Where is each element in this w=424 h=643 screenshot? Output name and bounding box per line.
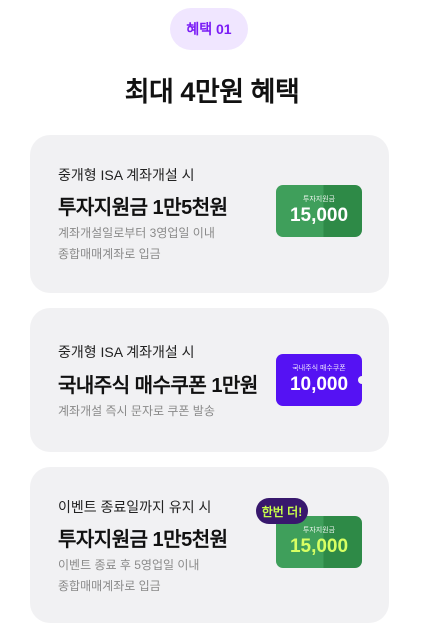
ticket-label: 국내주식 매수쿠폰 xyxy=(292,365,346,372)
ticket-label: 투자지원금 xyxy=(302,527,336,534)
card-description-line: 계좌개설 즉시 문자로 쿠폰 발송 xyxy=(58,404,215,418)
card-description: 계좌개설 즉시 문자로 쿠폰 발송 xyxy=(58,401,215,422)
benefit-card-2: 중개형 ISA 계좌개설 시 국내주식 매수쿠폰 1만원 계좌개설 즉시 문자로… xyxy=(30,308,389,452)
card-description: 계좌개설일로부터 3영업일 이내 종합매매계좌로 입금 xyxy=(58,223,215,265)
coupon-ticket: 국내주식 매수쿠폰 10,000 xyxy=(276,354,362,406)
card-description-line: 종합매매계좌로 입금 xyxy=(58,247,161,261)
card-title: 국내주식 매수쿠폰 1만원 xyxy=(58,375,258,397)
card-condition: 중개형 ISA 계좌개설 시 xyxy=(58,344,195,360)
benefit-tag-pill: 혜택 01 xyxy=(170,8,248,50)
card-description: 이벤트 종료 후 5영업일 이내 종합매매계좌로 입금 xyxy=(58,555,199,597)
benefit-card-1: 중개형 ISA 계좌개설 시 투자지원금 1만5천원 계좌개설일로부터 3영업일… xyxy=(30,135,389,293)
ticket-value: 15,000 xyxy=(289,205,349,226)
card-title: 투자지원금 1만5천원 xyxy=(58,197,228,219)
once-more-badge: 한번 더! xyxy=(256,498,308,524)
card-description-line: 종합매매계좌로 입금 xyxy=(58,579,161,593)
ticket-value: 10,000 xyxy=(289,374,349,395)
benefit-card-3: 이벤트 종료일까지 유지 시 투자지원금 1만5천원 이벤트 종료 후 5영업일… xyxy=(30,467,389,623)
card-condition: 이벤트 종료일까지 유지 시 xyxy=(58,499,212,515)
ticket-label: 투자지원금 xyxy=(302,196,336,203)
ticket-value: 15,000 xyxy=(289,536,349,557)
card-description-line: 이벤트 종료 후 5영업일 이내 xyxy=(58,558,200,572)
card-condition: 중개형 ISA 계좌개설 시 xyxy=(58,167,195,183)
ticket-notch xyxy=(358,376,362,384)
page-heading: 최대 4만원 혜택 xyxy=(124,77,300,107)
card-title: 투자지원금 1만5천원 xyxy=(58,529,228,551)
cash-ticket: 투자지원금 15,000 xyxy=(276,185,362,237)
benefit-tag-label: 혜택 01 xyxy=(186,21,232,37)
card-description-line: 계좌개설일로부터 3영업일 이내 xyxy=(58,226,215,240)
